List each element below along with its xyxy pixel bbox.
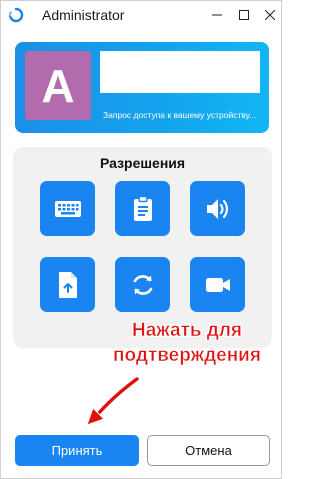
avatar: A	[25, 51, 91, 120]
file-upload-icon	[58, 271, 77, 298]
window-title: Administrator	[42, 7, 125, 23]
keyboard-permission-button[interactable]	[40, 181, 95, 236]
permissions-title: Разрешения	[99, 155, 186, 171]
restart-icon	[133, 274, 152, 295]
cancel-button[interactable]: Отмена	[147, 435, 270, 466]
file-transfer-permission-button[interactable]	[40, 257, 95, 312]
permission-request-window: Administrator A Запрос доступа к вашему …	[0, 0, 282, 479]
clipboard-permission-button[interactable]	[115, 181, 170, 236]
accept-button[interactable]: Принять	[15, 435, 139, 466]
restart-permission-button[interactable]	[115, 257, 170, 312]
requester-name-field	[100, 51, 260, 93]
app-logo-icon	[8, 7, 24, 23]
minimize-icon	[212, 14, 222, 16]
title-bar[interactable]: Administrator	[1, 1, 281, 31]
speaker-icon	[206, 198, 228, 219]
keyboard-icon	[54, 200, 81, 217]
access-request-text: Запрос доступа к вашему устройству...	[103, 110, 257, 120]
annotation-arrow-icon	[86, 376, 140, 426]
requester-card: A Запрос доступа к вашему устройству...	[15, 42, 269, 133]
video-camera-icon	[205, 277, 230, 292]
confirm-hint-annotation: Нажать для подтверждения	[97, 318, 277, 368]
camera-permission-button[interactable]	[190, 257, 245, 312]
annotation-line-2: подтверждения	[113, 345, 261, 367]
annotation-line-1: Нажать для	[131, 320, 243, 342]
audio-permission-button[interactable]	[190, 181, 245, 236]
close-button[interactable]	[259, 5, 281, 25]
close-icon	[265, 10, 275, 20]
clipboard-icon	[133, 195, 152, 221]
maximize-button[interactable]	[233, 5, 255, 25]
minimize-button[interactable]	[206, 5, 228, 25]
maximize-icon	[239, 10, 249, 20]
